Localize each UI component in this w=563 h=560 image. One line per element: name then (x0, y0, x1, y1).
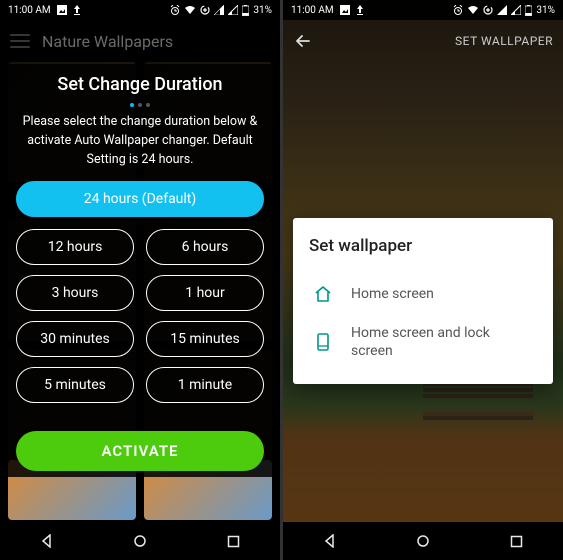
option-label: Home screen (351, 285, 533, 303)
signal1-icon (497, 5, 507, 15)
page-dots (10, 103, 270, 107)
option-5-minutes[interactable]: 5 minutes (16, 367, 134, 403)
nav-bar (283, 522, 563, 560)
data-saver-icon (200, 5, 210, 15)
activate-button[interactable]: ACTIVATE (16, 431, 264, 471)
status-time: 11:00 AM (8, 5, 51, 16)
option-label: Home screen and lock screen (351, 324, 533, 360)
image-icon (57, 5, 67, 15)
home-icon (313, 284, 333, 304)
option-1-hour[interactable]: 1 hour (146, 275, 264, 311)
option-home-and-lock[interactable]: Home screen and lock screen (309, 314, 537, 370)
status-time: 11:00 AM (291, 5, 334, 16)
duration-dialog: Set Change Duration Please select the ch… (4, 64, 276, 477)
battery-icon (242, 5, 249, 16)
image-icon (340, 5, 350, 15)
nav-home-button[interactable] (120, 526, 160, 556)
upload-icon (73, 5, 81, 15)
alarm-icon (453, 5, 463, 15)
status-bar: 11:00 AM 31% (0, 0, 280, 20)
set-wallpaper-sheet: Set wallpaper Home screen Home screen an… (293, 218, 553, 384)
alarm-icon (170, 5, 180, 15)
upload-icon (356, 5, 364, 15)
battery-icon (525, 5, 532, 16)
option-default[interactable]: 24 hours (Default) (16, 181, 264, 217)
nav-bar (0, 522, 280, 560)
phone-right: 11:00 AM 31% SET WALLPAPER Set wallpaper (283, 0, 563, 560)
data-saver-icon (483, 5, 493, 15)
nav-recent-button[interactable] (213, 526, 253, 556)
set-wallpaper-action[interactable]: SET WALLPAPER (455, 34, 553, 48)
wifi-icon (184, 5, 196, 15)
nav-back-button[interactable] (310, 526, 350, 556)
option-3-hours[interactable]: 3 hours (16, 275, 134, 311)
back-button[interactable] (293, 31, 313, 51)
app-bar: SET WALLPAPER (283, 20, 563, 62)
option-1-minute[interactable]: 1 minute (146, 367, 264, 403)
app-title: Nature Wallpapers (42, 32, 270, 51)
option-6-hours[interactable]: 6 hours (146, 229, 264, 265)
dialog-title: Set Change Duration (10, 74, 270, 95)
nav-recent-button[interactable] (496, 526, 536, 556)
phone-left: 11:00 AM 31% Nature Wallpapers MYSTIC LI… (0, 0, 280, 560)
signal2-icon (511, 5, 521, 15)
option-30-minutes[interactable]: 30 minutes (16, 321, 134, 357)
status-battery-pct: 31% (253, 5, 272, 16)
app-bar: Nature Wallpapers (0, 20, 280, 62)
option-home-screen[interactable]: Home screen (309, 274, 537, 314)
status-bar: 11:00 AM 31% (283, 0, 563, 20)
sheet-title: Set wallpaper (309, 236, 537, 256)
option-12-hours[interactable]: 12 hours (16, 229, 134, 265)
nav-home-button[interactable] (403, 526, 443, 556)
signal2-icon (228, 5, 238, 15)
menu-icon[interactable] (10, 34, 30, 48)
signal1-icon (214, 5, 224, 15)
nav-back-button[interactable] (27, 526, 67, 556)
phone-icon (313, 332, 333, 352)
dialog-description: Please select the change duration below … (10, 113, 270, 169)
status-battery-pct: 31% (536, 5, 555, 16)
option-15-minutes[interactable]: 15 minutes (146, 321, 264, 357)
wifi-icon (467, 5, 479, 15)
bench-graphic (423, 382, 533, 420)
